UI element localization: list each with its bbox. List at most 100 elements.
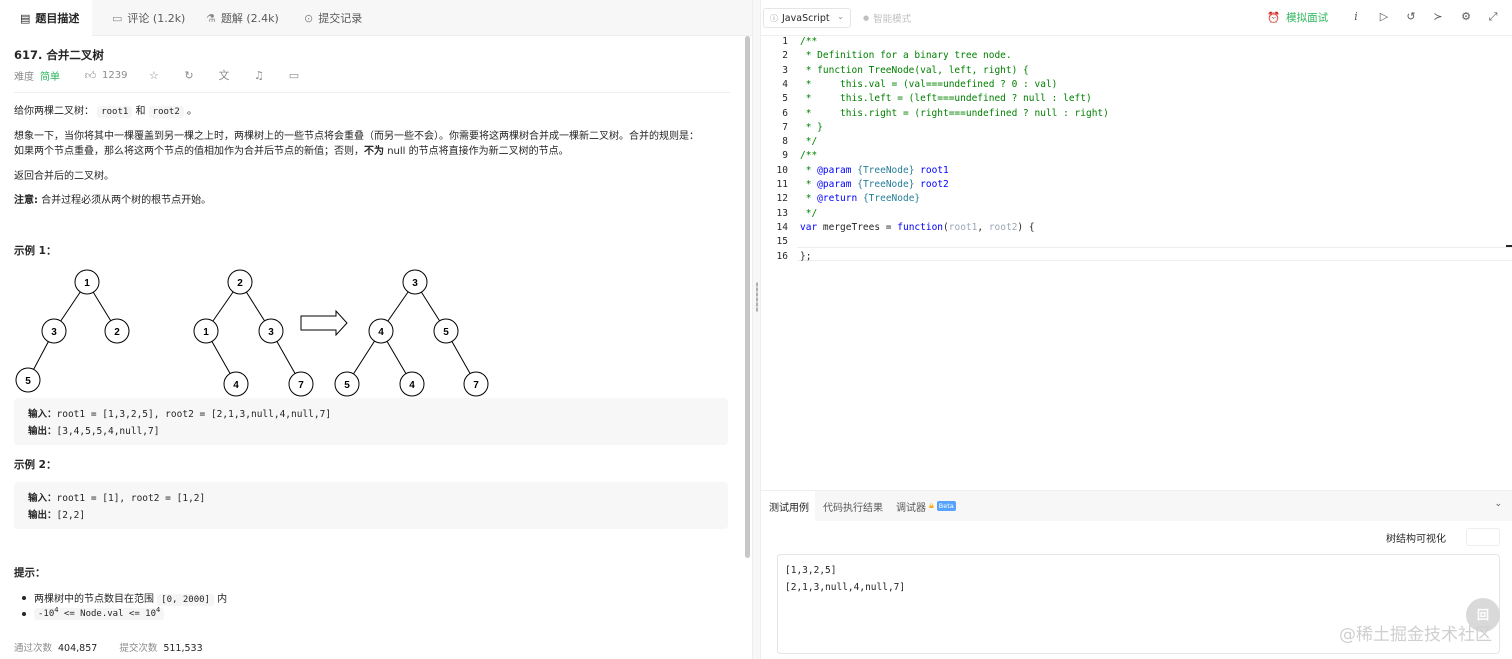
console-icon[interactable]: ≻	[1431, 10, 1445, 24]
beta-badge: Beta	[936, 501, 956, 511]
merged-node: 3	[412, 278, 418, 289]
feedback-icon[interactable]: ▭	[287, 69, 300, 82]
hints-title: 提示：	[14, 567, 46, 579]
difficulty-label: 难度	[14, 71, 34, 83]
tree-visualize-toggle[interactable]	[1466, 528, 1500, 546]
chevron-down-icon: ⌄	[837, 12, 844, 21]
code-line: * @return {TreeNode}	[800, 193, 921, 205]
lock-icon: 🔒︎	[929, 501, 934, 511]
share-icon[interactable]: ↻	[182, 69, 195, 82]
code-line: /**	[800, 150, 818, 162]
code-line: * function TreeNode(val, left, right) {	[800, 64, 1029, 76]
comment-icon: ▭	[112, 11, 123, 25]
code-line: };	[800, 250, 812, 262]
problem-tabs: ▤ 题目描述 ▭ 评论 (1.2k) ⚗ 题解 (2.4k) ⊙ 提交记录	[0, 0, 752, 36]
merged-node: 4	[378, 327, 384, 338]
merged-node: 7	[473, 380, 479, 391]
pane-splitter[interactable]	[752, 0, 761, 659]
problem-meta: 难度 简单 👍︎ 1239 ☆ ↻ 文 ♫ ▭	[14, 67, 300, 83]
tree1-node: 2	[114, 327, 120, 338]
play-icon[interactable]: ▷	[1377, 10, 1391, 24]
difficulty-badge: 简单	[40, 71, 60, 83]
tree1-node: 1	[84, 278, 90, 289]
code-line: * }	[800, 121, 823, 133]
star-icon[interactable]: ☆	[147, 69, 160, 82]
description-p2: 想象一下，当你将其中一棵覆盖到另一棵之上时，两棵树上的一些节点将会重叠（而另一些…	[14, 131, 699, 142]
merged-node: 5	[443, 327, 449, 338]
merged-node: 5	[344, 380, 350, 391]
smart-mode-toggle[interactable]: ● 智能模式	[863, 11, 911, 25]
history-icon: ⊙	[304, 11, 314, 25]
divider	[14, 92, 730, 93]
tab-solutions[interactable]: ⚗ 题解 (2.4k)	[206, 0, 279, 36]
tree2-node: 4	[233, 380, 239, 391]
tab-description[interactable]: ▤ 题目描述	[0, 0, 92, 36]
description-p3: 如果两个节点重叠，那么将这两个节点的值相加作为合并后节点的新值；否则，不为 nu…	[14, 146, 569, 157]
example-2-input: 输入：root1 = [1], root2 = [1,2]	[28, 493, 206, 504]
watermark: @稀土掘金技术社区	[1339, 625, 1492, 645]
bell-icon[interactable]: ♫	[252, 69, 265, 82]
mock-interview-button[interactable]: ⏰ 模拟面试	[1267, 10, 1328, 25]
tree1-node: 3	[51, 327, 57, 338]
language-select[interactable]: ⓘ JavaScript ⌄	[763, 8, 851, 28]
tab-run-result[interactable]: 代码执行结果	[823, 491, 883, 521]
example-1-title: 示例 1：	[14, 245, 57, 257]
code-line: * @param {TreeNode} root2	[800, 179, 949, 190]
code-line: * this.val = (val===undefined ? 0 : val)	[800, 78, 1058, 90]
tree2-node: 1	[203, 327, 209, 338]
code-line: */	[800, 207, 818, 219]
reset-icon[interactable]: ↺	[1404, 10, 1418, 24]
problem-panel: ▤ 题目描述 ▭ 评论 (1.2k) ⚗ 题解 (2.4k) ⊙ 提交记录 61…	[0, 0, 752, 659]
example-2-title: 示例 2：	[14, 459, 57, 471]
gear-icon[interactable]: ⚙	[1459, 10, 1473, 24]
tab-testcase[interactable]: 测试用例	[761, 491, 815, 521]
info-icon[interactable]: i	[1349, 10, 1363, 24]
problem-title: 617. 合并二叉树	[14, 48, 104, 62]
example-1-box: 输入：root1 = [1,3,2,5], root2 = [2,1,3,nul…	[14, 398, 728, 445]
tree2-node: 3	[268, 327, 274, 338]
chevron-down-icon[interactable]: ⌄	[1494, 499, 1502, 509]
tab-debugger[interactable]: 调试器 🔒︎ Beta	[896, 491, 956, 521]
tree-visualize-label: 树结构可视化	[1386, 534, 1446, 545]
current-line-highlight	[797, 247, 1512, 261]
fullscreen-icon[interactable]: ⤢	[1486, 10, 1500, 24]
tab-submissions[interactable]: ⊙ 提交记录	[304, 0, 362, 36]
console-tabs: 测试用例 代码执行结果 调试器 🔒︎ Beta ⌄	[761, 491, 1512, 521]
example-2-output: 输出：[2,2]	[28, 510, 86, 521]
example-1-diagram: 1 3 2 5 2 1 3 4 7 3 4 5 5 4 7	[15, 269, 489, 397]
description-icon: ▤	[20, 11, 31, 25]
overview-ruler-mark	[1506, 245, 1512, 247]
code-line: */	[800, 136, 818, 148]
editor-toolbar: ⓘ JavaScript ⌄ ● 智能模式 ⏰ 模拟面试 i ▷ ↺ ≻ ⚙ ⤢	[761, 0, 1512, 36]
tree1-node: 5	[25, 376, 31, 387]
hint-item: 两棵树中的节点数目在范围 [0, 2000] 内	[21, 590, 227, 606]
example-1-output: 输出：[3,4,5,5,4,null,7]	[28, 426, 160, 437]
note: 注意: 合并过程必须从两个树的根节点开始。	[14, 195, 212, 206]
tab-comments[interactable]: ▭ 评论 (1.2k)	[112, 0, 185, 36]
alarm-clock-icon: ⏰	[1267, 12, 1281, 24]
code-line: * this.right = (right===undefined ? null…	[800, 107, 1109, 119]
dot-icon: ●	[863, 14, 870, 22]
description-p4: 返回合并后的二叉树。	[14, 171, 114, 182]
merged-node: 4	[409, 380, 415, 391]
tree2-node: 2	[237, 278, 243, 289]
like-count: 1239	[102, 69, 128, 81]
code-line: var mergeTrees = function(root1, root2) …	[800, 221, 1035, 233]
scrollbar[interactable]	[745, 36, 750, 558]
solution-icon: ⚗	[206, 11, 216, 25]
example-2-box: 输入：root1 = [1], root2 = [1,2] 输出：[2,2]	[14, 482, 728, 529]
code-line: * @param {TreeNode} root1	[800, 164, 949, 176]
tree2-node: 7	[298, 380, 304, 391]
translate-icon[interactable]: 文	[217, 67, 230, 83]
drag-handle-icon	[756, 282, 758, 312]
code-line: * Definition for a binary tree node.	[800, 50, 1012, 62]
thumbs-up-icon[interactable]: 👍︎	[84, 69, 97, 82]
description-p1: 给你两棵二叉树： root1 和 root2 。	[14, 106, 197, 118]
problem-stats: 通过次数 404,857 提交次数 511,533	[14, 643, 203, 654]
example-1-input: 输入：root1 = [1,3,2,5], root2 = [2,1,3,nul…	[28, 409, 332, 420]
code-editor[interactable]: 1 2 3 4 5 6 7 8 9 10 11 12 13 14 15 16 /…	[761, 36, 1512, 490]
hint-item: -104 <= Node.val <= 104	[21, 606, 165, 620]
editor-panel: ⓘ JavaScript ⌄ ● 智能模式 ⏰ 模拟面试 i ▷ ↺ ≻ ⚙ ⤢…	[761, 0, 1512, 659]
code-line: /**	[800, 36, 818, 47]
